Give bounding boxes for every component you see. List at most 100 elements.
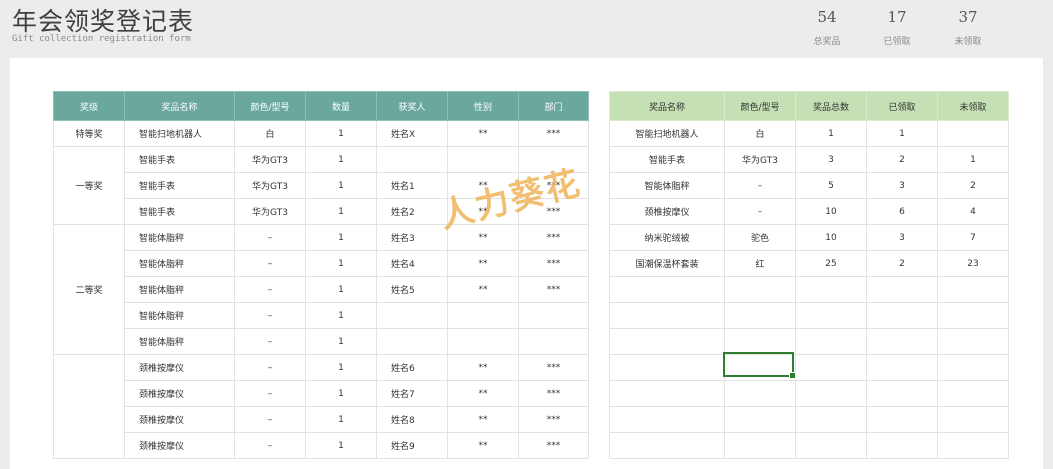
column-header[interactable]: 奖品总数 <box>795 91 867 121</box>
gender-cell[interactable] <box>447 302 519 329</box>
column-header[interactable]: 部门 <box>518 91 589 121</box>
summary-model-cell[interactable]: – <box>724 172 796 199</box>
model-cell[interactable]: 华为GT3 <box>234 146 306 173</box>
column-header[interactable]: 未领取 <box>937 91 1009 121</box>
summary-claimed-cell[interactable] <box>866 302 938 329</box>
quantity-cell[interactable]: 1 <box>305 354 377 381</box>
summary-unclaimed-cell[interactable]: 2 <box>937 172 1009 199</box>
department-cell[interactable]: *** <box>518 432 589 459</box>
award-level-cell[interactable]: 二等奖 <box>53 224 125 355</box>
summary-unclaimed-cell[interactable]: 23 <box>937 250 1009 277</box>
gender-cell[interactable]: ** <box>447 354 519 381</box>
summary-claimed-cell[interactable]: 2 <box>866 146 938 173</box>
winner-cell[interactable] <box>376 328 448 355</box>
selected-cell[interactable] <box>723 352 796 379</box>
column-header[interactable]: 奖品名称 <box>124 91 235 121</box>
department-cell[interactable]: *** <box>518 276 589 303</box>
prize-name-cell[interactable]: 颈椎按摩仪 <box>124 354 235 381</box>
summary-prize-cell[interactable] <box>609 432 725 459</box>
model-cell[interactable]: – <box>234 432 306 459</box>
summary-unclaimed-cell[interactable] <box>937 328 1009 355</box>
department-cell[interactable] <box>518 328 589 355</box>
summary-prize-cell[interactable]: 智能手表 <box>609 146 725 173</box>
quantity-cell[interactable]: 1 <box>305 380 377 407</box>
quantity-cell[interactable]: 1 <box>305 120 377 147</box>
prize-name-cell[interactable]: 智能手表 <box>124 146 235 173</box>
summary-total-cell[interactable]: 5 <box>795 172 867 199</box>
prize-name-cell[interactable]: 智能体脂秤 <box>124 224 235 251</box>
quantity-cell[interactable]: 1 <box>305 406 377 433</box>
summary-total-cell[interactable] <box>795 328 867 355</box>
prize-name-cell[interactable]: 颈椎按摩仪 <box>124 406 235 433</box>
summary-model-cell[interactable]: 红 <box>724 250 796 277</box>
quantity-cell[interactable]: 1 <box>305 198 377 225</box>
winner-cell[interactable] <box>376 302 448 329</box>
prize-name-cell[interactable]: 颈椎按摩仪 <box>124 380 235 407</box>
quantity-cell[interactable]: 1 <box>305 276 377 303</box>
summary-claimed-cell[interactable] <box>866 380 938 407</box>
model-cell[interactable]: – <box>234 380 306 407</box>
model-cell[interactable]: – <box>234 224 306 251</box>
summary-claimed-cell[interactable] <box>866 276 938 303</box>
winner-cell[interactable]: 姓名3 <box>376 224 448 251</box>
summary-total-cell[interactable]: 10 <box>795 224 867 251</box>
prize-name-cell[interactable]: 智能扫地机器人 <box>124 120 235 147</box>
summary-prize-cell[interactable] <box>609 354 725 381</box>
summary-prize-cell[interactable] <box>609 406 725 433</box>
prize-name-cell[interactable]: 智能体脂秤 <box>124 302 235 329</box>
department-cell[interactable]: *** <box>518 354 589 381</box>
summary-unclaimed-cell[interactable]: 1 <box>937 146 1009 173</box>
summary-unclaimed-cell[interactable] <box>937 354 1009 381</box>
model-cell[interactable]: – <box>234 250 306 277</box>
summary-total-cell[interactable] <box>795 354 867 381</box>
winner-cell[interactable]: 姓名4 <box>376 250 448 277</box>
column-header[interactable]: 颜色/型号 <box>724 91 796 121</box>
summary-total-cell[interactable]: 1 <box>795 120 867 147</box>
award-level-cell[interactable]: 一等奖 <box>53 146 125 225</box>
summary-total-cell[interactable] <box>795 406 867 433</box>
department-cell[interactable]: *** <box>518 406 589 433</box>
summary-claimed-cell[interactable] <box>866 432 938 459</box>
prize-name-cell[interactable]: 智能体脂秤 <box>124 276 235 303</box>
gender-cell[interactable]: ** <box>447 432 519 459</box>
model-cell[interactable]: – <box>234 354 306 381</box>
column-header[interactable]: 颜色/型号 <box>234 91 306 121</box>
summary-unclaimed-cell[interactable] <box>937 432 1009 459</box>
summary-unclaimed-cell[interactable] <box>937 120 1009 147</box>
summary-total-cell[interactable]: 3 <box>795 146 867 173</box>
summary-unclaimed-cell[interactable] <box>937 380 1009 407</box>
summary-claimed-cell[interactable]: 3 <box>866 172 938 199</box>
prize-name-cell[interactable]: 智能体脂秤 <box>124 250 235 277</box>
award-level-cell[interactable]: 特等奖 <box>53 120 125 147</box>
gender-cell[interactable]: ** <box>447 276 519 303</box>
summary-model-cell[interactable] <box>724 328 796 355</box>
quantity-cell[interactable]: 1 <box>305 250 377 277</box>
winner-cell[interactable] <box>376 146 448 173</box>
quantity-cell[interactable]: 1 <box>305 328 377 355</box>
award-level-cell[interactable] <box>53 354 125 459</box>
summary-prize-cell[interactable]: 纳米驼绒被 <box>609 224 725 251</box>
summary-model-cell[interactable] <box>724 406 796 433</box>
gender-cell[interactable]: ** <box>447 406 519 433</box>
summary-prize-cell[interactable]: 国潮保温杯套装 <box>609 250 725 277</box>
quantity-cell[interactable]: 1 <box>305 172 377 199</box>
summary-prize-cell[interactable] <box>609 302 725 329</box>
model-cell[interactable]: 白 <box>234 120 306 147</box>
summary-total-cell[interactable] <box>795 302 867 329</box>
summary-unclaimed-cell[interactable] <box>937 276 1009 303</box>
summary-claimed-cell[interactable] <box>866 354 938 381</box>
gender-cell[interactable] <box>447 146 519 173</box>
summary-total-cell[interactable] <box>795 276 867 303</box>
model-cell[interactable]: 华为GT3 <box>234 198 306 225</box>
summary-unclaimed-cell[interactable] <box>937 302 1009 329</box>
prize-name-cell[interactable]: 智能体脂秤 <box>124 328 235 355</box>
department-cell[interactable] <box>518 302 589 329</box>
department-cell[interactable]: *** <box>518 224 589 251</box>
column-header[interactable]: 奖级 <box>53 91 125 121</box>
summary-prize-cell[interactable]: 颈椎按摩仪 <box>609 198 725 225</box>
summary-model-cell[interactable]: 驼色 <box>724 224 796 251</box>
model-cell[interactable]: – <box>234 302 306 329</box>
column-header[interactable]: 已领取 <box>866 91 938 121</box>
winner-cell[interactable]: 姓名X <box>376 120 448 147</box>
summary-model-cell[interactable] <box>724 276 796 303</box>
